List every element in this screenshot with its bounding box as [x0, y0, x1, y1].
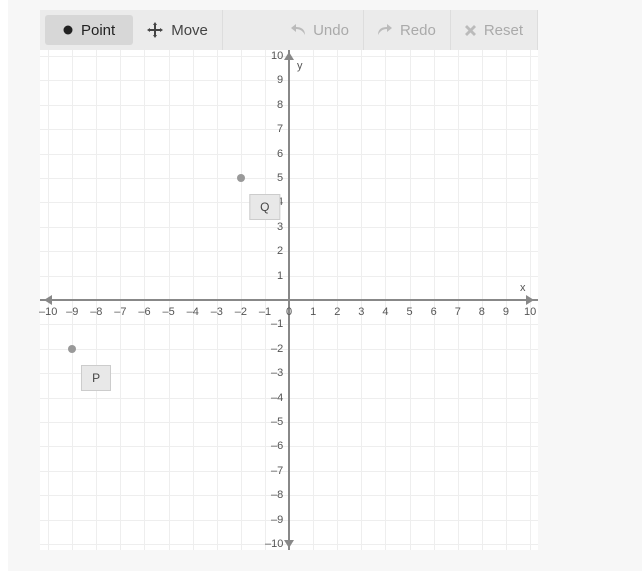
point-tool-button[interactable]: Point [45, 15, 133, 45]
undo-button[interactable]: Undo [277, 10, 364, 50]
y-tick-label: 1 [277, 270, 283, 282]
point-p[interactable] [68, 345, 76, 353]
x-tick-label: –4 [187, 306, 199, 318]
y-tick-label: 3 [277, 221, 283, 233]
y-tick-label: –6 [271, 440, 283, 452]
x-tick-label: 0 [286, 306, 292, 318]
point-label-q[interactable]: Q [249, 194, 280, 220]
x-tick-label: –3 [211, 306, 223, 318]
toolbar: Point Move Undo Redo [40, 10, 538, 50]
y-tick-label: 5 [277, 172, 283, 184]
x-tick-label: 1 [310, 306, 316, 318]
x-tick-label: 5 [407, 306, 413, 318]
x-tick-label: –2 [235, 306, 247, 318]
move-tool-label: Move [171, 22, 208, 39]
point-label-p[interactable]: P [81, 365, 111, 391]
y-tick-label: –7 [271, 465, 283, 477]
x-tick-label: –10 [39, 306, 57, 318]
x-axis-label: x [520, 282, 526, 294]
x-tick-label: –1 [259, 306, 271, 318]
y-tick-label: 8 [277, 99, 283, 111]
y-tick-label: –3 [271, 367, 283, 379]
y-tick-label: 2 [277, 245, 283, 257]
x-tick-label: 4 [382, 306, 388, 318]
redo-icon [378, 24, 392, 36]
y-tick-label: 9 [277, 74, 283, 86]
y-tick-label: –1 [271, 318, 283, 330]
x-axis [40, 299, 538, 301]
y-tick-label: –10 [265, 538, 283, 550]
close-icon [465, 25, 476, 36]
undo-label: Undo [313, 22, 349, 39]
redo-label: Redo [400, 22, 436, 39]
x-axis-arrow-right [526, 295, 534, 305]
x-tick-label: 7 [455, 306, 461, 318]
x-axis-arrow-left [44, 295, 52, 305]
y-tick-label: –9 [271, 514, 283, 526]
reset-label: Reset [484, 22, 523, 39]
x-tick-label: –5 [163, 306, 175, 318]
y-axis-arrow-up [284, 52, 294, 60]
point-tool-label: Point [81, 22, 115, 39]
move-icon [147, 22, 163, 38]
x-tick-label: –8 [90, 306, 102, 318]
reset-button[interactable]: Reset [451, 10, 538, 50]
y-tick-label: –8 [271, 489, 283, 501]
redo-button[interactable]: Redo [364, 10, 451, 50]
move-tool-button[interactable]: Move [133, 10, 223, 50]
x-tick-label: 9 [503, 306, 509, 318]
y-tick-label: 10 [271, 50, 283, 62]
y-tick-label: –4 [271, 392, 283, 404]
point-icon [63, 25, 73, 35]
x-tick-label: –6 [138, 306, 150, 318]
x-tick-label: 3 [358, 306, 364, 318]
coordinate-grid[interactable]: –10–9–8–7–6–5–4–3–2–1012345678910–10–9–8… [40, 50, 538, 550]
y-tick-label: –5 [271, 416, 283, 428]
y-tick-label: 6 [277, 148, 283, 160]
x-tick-label: 10 [524, 306, 536, 318]
undo-icon [291, 24, 305, 36]
x-tick-label: 6 [431, 306, 437, 318]
y-tick-label: –2 [271, 343, 283, 355]
y-axis-arrow-down [284, 540, 294, 548]
x-tick-label: 2 [334, 306, 340, 318]
x-tick-label: –9 [66, 306, 78, 318]
y-tick-label: 7 [277, 123, 283, 135]
x-tick-label: –7 [114, 306, 126, 318]
x-tick-label: 8 [479, 306, 485, 318]
point-q[interactable] [237, 174, 245, 182]
y-axis-label: y [297, 60, 303, 72]
